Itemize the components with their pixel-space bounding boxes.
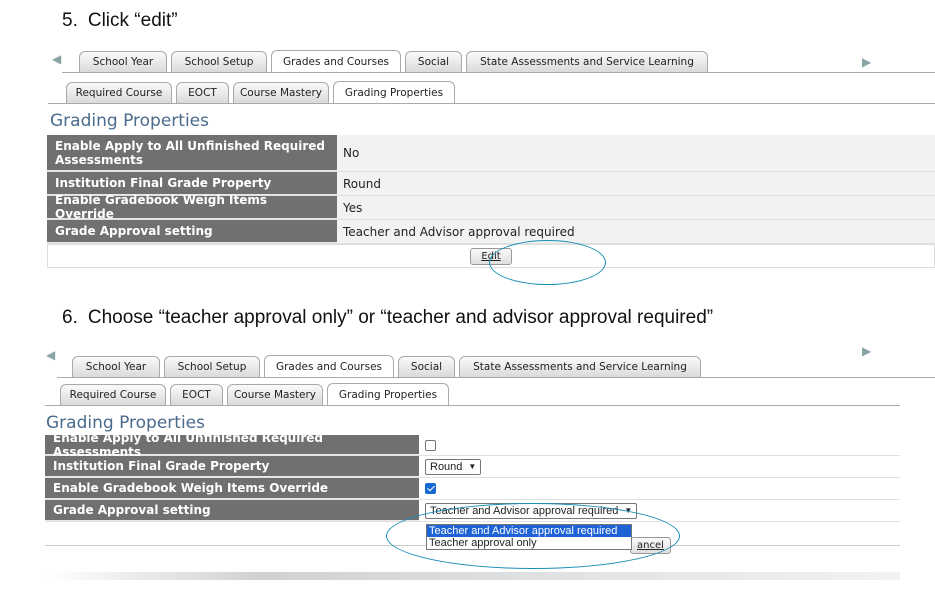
row-label: Grade Approval setting <box>45 500 419 521</box>
row-label: Enable Apply to All Unfinished Required … <box>47 135 337 171</box>
sub-tabs: Required Course EOCT Course Mastery Grad… <box>60 383 453 405</box>
option-teacher-and-advisor[interactable]: Teacher and Advisor approval required <box>427 525 631 537</box>
subtab-eoct[interactable]: EOCT <box>176 82 229 103</box>
option-teacher-only[interactable]: Teacher approval only <box>427 537 631 549</box>
row-label: Grade Approval setting <box>47 220 337 243</box>
row-value <box>419 478 900 499</box>
row-label: Enable Apply to All Unfinished Required … <box>45 431 419 459</box>
section-title: Grading Properties <box>50 111 209 131</box>
tab-grades-and-courses[interactable]: Grades and Courses <box>264 355 394 377</box>
scroll-left-arrow-icon[interactable]: ◀ <box>52 52 61 66</box>
step-text: Click “edit” <box>87 10 178 31</box>
tab-social[interactable]: Social <box>398 356 455 377</box>
table-row: Grade Approval setting Teacher and Advis… <box>47 220 935 244</box>
bottom-divider-shade <box>45 572 900 580</box>
tab-state-assessments[interactable]: State Assessments and Service Learning <box>466 51 708 72</box>
subtab-course-mastery[interactable]: Course Mastery <box>227 384 323 405</box>
grading-properties-table: Enable Apply to All Unfinished Required … <box>47 135 935 268</box>
row-label: Enable Gradebook Weigh Items Override <box>45 478 419 499</box>
sub-tabs: Required Course EOCT Course Mastery Grad… <box>66 81 459 103</box>
subtab-grading-properties[interactable]: Grading Properties <box>327 383 449 405</box>
row-value: Round <box>337 172 935 195</box>
subtab-course-mastery[interactable]: Course Mastery <box>233 82 329 103</box>
row-value: No <box>337 135 935 171</box>
main-tabs: School Year School Setup Grades and Cour… <box>79 50 712 72</box>
apply-all-checkbox[interactable] <box>425 439 436 451</box>
chevron-down-icon: ▼ <box>468 462 477 471</box>
edit-button[interactable]: Edit <box>470 247 512 265</box>
table-row: Enable Gradebook Weigh Items Override Ye… <box>47 193 935 221</box>
tabs-divider <box>62 72 935 73</box>
step-number: 6. <box>62 307 78 328</box>
subtabs-divider <box>48 103 935 104</box>
row-value: Round ▼ <box>419 456 900 477</box>
row-value: Teacher and Advisor approval required ▼ <box>419 500 900 521</box>
action-row: Edit <box>47 244 935 268</box>
step-number: 5. <box>62 10 78 31</box>
step-text: Choose “teacher approval only” or “teach… <box>87 307 714 328</box>
subtab-required-course[interactable]: Required Course <box>60 384 166 405</box>
row-value: Yes <box>337 196 935 219</box>
tab-school-year[interactable]: School Year <box>72 356 160 377</box>
table-row: Enable Apply to All Unfinished Required … <box>47 135 935 172</box>
table-row: Grade Approval setting Teacher and Advis… <box>45 500 900 522</box>
tab-social[interactable]: Social <box>405 51 462 72</box>
tabs-divider <box>57 377 935 378</box>
row-label: Enable Gradebook Weigh Items Override <box>47 193 337 221</box>
table-row: Institution Final Grade Property Round ▼ <box>45 456 900 478</box>
main-tabs: School Year School Setup Grades and Cour… <box>72 355 705 377</box>
table-row: Enable Gradebook Weigh Items Override <box>45 478 900 500</box>
weigh-items-checkbox[interactable] <box>425 483 436 494</box>
select-value: Teacher and Advisor approval required <box>430 504 619 517</box>
row-value: Teacher and Advisor approval required <box>337 220 935 243</box>
scroll-left-arrow-icon[interactable]: ◀ <box>46 348 55 362</box>
scroll-right-arrow-icon[interactable]: ▶ <box>862 55 871 69</box>
tab-grades-and-courses[interactable]: Grades and Courses <box>271 50 401 72</box>
select-value: Round <box>430 460 463 473</box>
grade-approval-dropdown: Teacher and Advisor approval required Te… <box>426 524 632 550</box>
scroll-right-arrow-icon[interactable]: ▶ <box>862 344 871 358</box>
tab-school-setup[interactable]: School Setup <box>171 51 267 72</box>
tab-school-year[interactable]: School Year <box>79 51 167 72</box>
step-5-instruction: 5. Click “edit” <box>62 10 178 32</box>
row-label: Institution Final Grade Property <box>45 456 419 477</box>
subtab-required-course[interactable]: Required Course <box>66 82 172 103</box>
tab-state-assessments[interactable]: State Assessments and Service Learning <box>459 356 701 377</box>
final-grade-select[interactable]: Round ▼ <box>425 458 482 475</box>
table-row: Enable Apply to All Unfinished Required … <box>45 431 900 459</box>
row-value <box>419 435 900 455</box>
chevron-down-icon: ▼ <box>624 506 633 515</box>
tab-school-setup[interactable]: School Setup <box>164 356 260 377</box>
step-6-instruction: 6. Choose “teacher approval only” or “tea… <box>62 307 713 329</box>
subtab-eoct[interactable]: EOCT <box>170 384 223 405</box>
grade-approval-select[interactable]: Teacher and Advisor approval required ▼ <box>425 502 638 519</box>
row-label: Institution Final Grade Property <box>47 172 337 195</box>
subtab-grading-properties[interactable]: Grading Properties <box>333 81 455 103</box>
subtabs-divider <box>45 405 900 406</box>
cancel-button[interactable]: ancel <box>630 537 671 554</box>
